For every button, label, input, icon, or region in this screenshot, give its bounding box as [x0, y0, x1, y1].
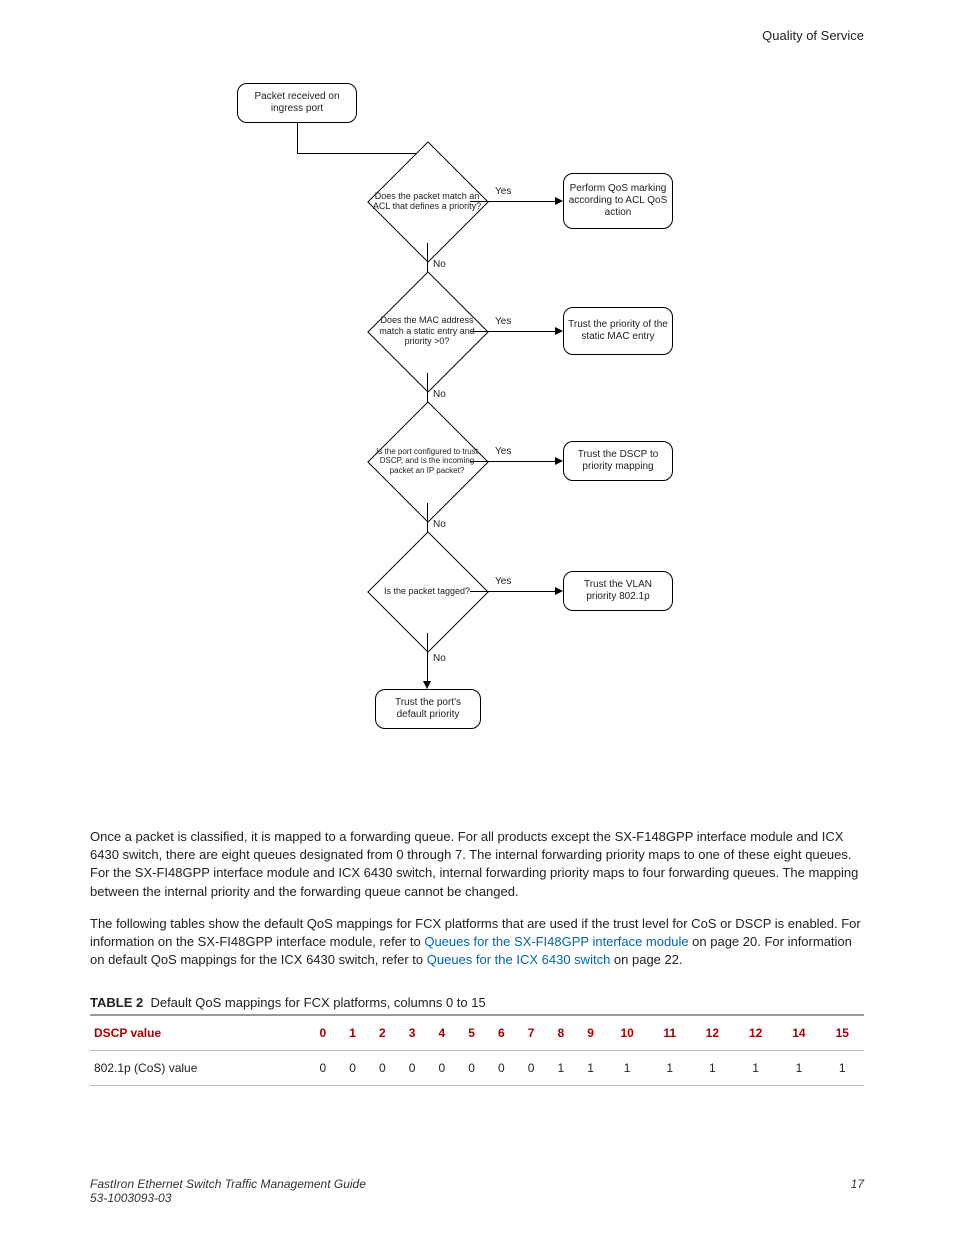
fc-start: Packet received on ingress port	[237, 83, 357, 123]
cell: 3	[397, 1015, 427, 1051]
cell: 0	[457, 1051, 487, 1086]
footer-title: FastIron Ethernet Switch Traffic Managem…	[90, 1177, 366, 1191]
fc-label-no: No	[433, 519, 446, 530]
fc-label-no: No	[433, 653, 446, 664]
page-footer: FastIron Ethernet Switch Traffic Managem…	[90, 1177, 864, 1205]
row-label: 802.1p (CoS) value	[90, 1051, 308, 1086]
fc-label-yes: Yes	[495, 316, 511, 327]
fc-action: Perform QoS marking according to ACL QoS…	[563, 173, 673, 229]
cell: 1	[546, 1051, 576, 1086]
fc-label-yes: Yes	[495, 446, 511, 457]
cell: 11	[649, 1015, 691, 1051]
cell: 0	[397, 1051, 427, 1086]
cell: 0	[308, 1051, 338, 1086]
table-title: Default QoS mappings for FCX platforms, …	[150, 995, 485, 1010]
link-queues-sx[interactable]: Queues for the SX-FI48GPP interface modu…	[424, 934, 688, 949]
fc-action: Trust the DSCP to priority mapping	[563, 441, 673, 481]
cell: 14	[777, 1015, 820, 1051]
cell: 0	[516, 1051, 546, 1086]
cell: 1	[691, 1051, 734, 1086]
cell: 1	[338, 1015, 368, 1051]
cell: 12	[691, 1015, 734, 1051]
fc-decision-text: Does the packet match an ACL that define…	[367, 159, 487, 243]
cell: 10	[606, 1015, 649, 1051]
fc-action: Trust the VLAN priority 802.1p	[563, 571, 673, 611]
cell: 7	[516, 1015, 546, 1051]
cell: 1	[576, 1051, 606, 1086]
cell: 4	[427, 1015, 457, 1051]
cell: 1	[606, 1051, 649, 1086]
cell: 0	[338, 1051, 368, 1086]
cell: 1	[777, 1051, 820, 1086]
paragraph: Once a packet is classified, it is mappe…	[90, 828, 864, 901]
fc-label-no: No	[433, 389, 446, 400]
cell: 1	[821, 1051, 864, 1086]
fc-line	[427, 633, 428, 683]
cell: 0	[427, 1051, 457, 1086]
cell: 2	[368, 1015, 398, 1051]
table-row: 802.1p (CoS) value 0 0 0 0 0 0 0 0 1 1 1…	[90, 1051, 864, 1086]
cell: 1	[649, 1051, 691, 1086]
table-caption: TABLE 2 Default QoS mappings for FCX pla…	[90, 995, 864, 1010]
table-row: DSCP value 0 1 2 3 4 5 6 7 8 9 10 11 12 …	[90, 1015, 864, 1051]
fc-line	[297, 153, 427, 154]
cell: 0	[308, 1015, 338, 1051]
fc-decision-text: Is the port configured to trust DSCP, an…	[367, 419, 487, 503]
cell: 15	[821, 1015, 864, 1051]
fc-label-no: No	[433, 259, 446, 270]
cell: 0	[487, 1051, 517, 1086]
fc-decision-text: Is the packet tagged?	[367, 549, 487, 633]
fc-label-yes: Yes	[495, 576, 511, 587]
link-queues-icx[interactable]: Queues for the ICX 6430 switch	[427, 952, 611, 967]
arrow-right-icon	[555, 327, 563, 335]
cell: 8	[546, 1015, 576, 1051]
cell: 9	[576, 1015, 606, 1051]
cell: 1	[734, 1051, 777, 1086]
arrow-right-icon	[555, 587, 563, 595]
fc-decision-text: Does the MAC address match a static entr…	[367, 289, 487, 373]
cell: 0	[368, 1051, 398, 1086]
page-header: Quality of Service	[90, 28, 864, 43]
fc-label-yes: Yes	[495, 186, 511, 197]
arrow-right-icon	[555, 457, 563, 465]
cell: 6	[487, 1015, 517, 1051]
fc-action: Trust the priority of the static MAC ent…	[563, 307, 673, 355]
text: on page 22.	[610, 952, 682, 967]
arrow-down-icon	[423, 681, 431, 689]
fc-line	[297, 123, 298, 153]
table-label: TABLE 2	[90, 995, 143, 1010]
paragraph: The following tables show the default Qo…	[90, 915, 864, 970]
cell: 5	[457, 1015, 487, 1051]
cell: 12	[734, 1015, 777, 1051]
footer-docnum: 53-1003093-03	[90, 1191, 366, 1205]
row-label: DSCP value	[90, 1015, 308, 1051]
page-number: 17	[851, 1177, 864, 1205]
arrow-right-icon	[555, 197, 563, 205]
flowchart: Packet received on ingress port Does the…	[237, 83, 717, 808]
qos-table: DSCP value 0 1 2 3 4 5 6 7 8 9 10 11 12 …	[90, 1014, 864, 1086]
fc-end: Trust the port's default priority	[375, 689, 481, 729]
